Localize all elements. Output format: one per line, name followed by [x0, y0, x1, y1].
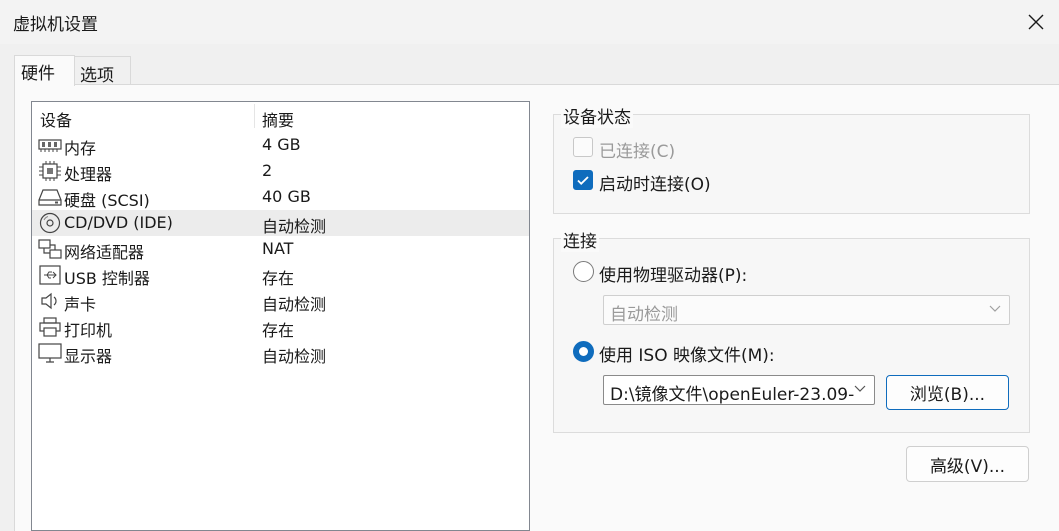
speaker-icon [37, 291, 63, 311]
list-header: 设备 摘要 [32, 102, 529, 130]
device-name: CD/DVD (IDE) [64, 213, 173, 232]
device-list[interactable]: 设备 摘要 内存 4 GB 处理器 2 硬盘 (SCSI) 40 GB CD/D… [31, 101, 530, 531]
connected-checkbox[interactable] [573, 137, 593, 157]
column-header-device[interactable]: 设备 [40, 107, 72, 131]
device-row-memory[interactable]: 内存 4 GB [32, 132, 529, 158]
device-row-usb[interactable]: USB 控制器 存在 [32, 262, 529, 288]
printer-icon [37, 317, 63, 337]
device-summary: 4 GB [262, 135, 301, 154]
close-button[interactable] [1013, 0, 1059, 44]
memory-icon [37, 135, 63, 155]
network-icon [37, 239, 63, 259]
device-summary: 自动检测 [262, 347, 327, 366]
device-row-harddisk[interactable]: 硬盘 (SCSI) 40 GB [32, 184, 529, 210]
device-row-cpu[interactable]: 处理器 2 [32, 158, 529, 184]
device-summary: 40 GB [262, 187, 311, 206]
iso-path-combobox[interactable]: D:\镜像文件\openEuler-23.09- [603, 375, 875, 405]
tab-options[interactable]: 选项 [75, 56, 131, 86]
connection-label: 连接 [561, 227, 599, 252]
device-summary: 存在 [262, 269, 295, 288]
title-bar: 虚拟机设置 [0, 0, 1059, 44]
advanced-button[interactable]: 高级(V)... [906, 446, 1029, 482]
device-name: 处理器 [64, 165, 113, 184]
device-status-label: 设备状态 [561, 103, 633, 128]
physical-drive-radio[interactable] [573, 261, 594, 282]
device-status-group [553, 114, 1030, 214]
window-title: 虚拟机设置 [13, 15, 98, 35]
connect-at-power-on-checkbox[interactable] [573, 170, 593, 190]
harddisk-icon [37, 187, 63, 207]
connected-label: 已连接(C) [599, 142, 676, 162]
column-header-summary[interactable]: 摘要 [262, 107, 294, 131]
device-summary: 2 [262, 161, 273, 180]
browse-button[interactable]: 浏览(B)... [886, 375, 1009, 410]
cpu-icon [37, 161, 63, 181]
device-name: 网络适配器 [64, 243, 145, 262]
iso-image-radio[interactable] [573, 341, 594, 362]
device-name: 声卡 [64, 295, 97, 314]
device-row-display[interactable]: 显示器 自动检测 [32, 340, 529, 366]
device-name: 打印机 [64, 321, 113, 340]
device-row-sound[interactable]: 声卡 自动检测 [32, 288, 529, 314]
checkmark-icon [577, 176, 589, 185]
chevron-down-icon [989, 305, 1001, 312]
device-summary: 存在 [262, 321, 295, 340]
device-row-cd-dvd[interactable]: CD/DVD (IDE) 自动检测 [32, 210, 529, 236]
tab-strip: 硬件 选项 [0, 44, 1059, 86]
column-divider[interactable] [254, 104, 255, 128]
device-name: 显示器 [64, 347, 113, 366]
device-name: 内存 [64, 139, 97, 158]
device-summary: 自动检测 [262, 295, 327, 314]
device-row-printer[interactable]: 打印机 存在 [32, 314, 529, 340]
chevron-down-icon [854, 385, 866, 393]
cd-dvd-icon [37, 212, 63, 234]
usb-icon [37, 265, 63, 285]
connect-at-power-on-label: 启动时连接(O) [599, 175, 711, 195]
physical-drive-label: 使用物理驱动器(P): [599, 266, 748, 286]
device-summary: 自动检测 [262, 217, 327, 236]
tab-hardware[interactable]: 硬件 [14, 55, 75, 86]
device-row-network[interactable]: 网络适配器 NAT [32, 236, 529, 262]
device-name: USB 控制器 [64, 269, 150, 288]
close-icon [1028, 14, 1044, 30]
device-summary: NAT [262, 239, 294, 258]
iso-path-value: D:\镜像文件\openEuler-23.09- [610, 385, 855, 405]
physical-drive-select[interactable]: 自动检测 [603, 295, 1010, 325]
monitor-icon [37, 343, 63, 363]
physical-drive-value: 自动检测 [610, 305, 678, 325]
iso-image-label: 使用 ISO 映像文件(M): [599, 346, 775, 366]
device-name: 硬盘 (SCSI) [64, 191, 150, 210]
